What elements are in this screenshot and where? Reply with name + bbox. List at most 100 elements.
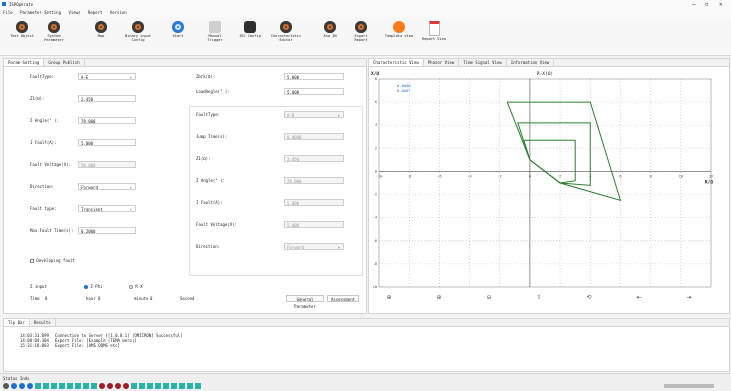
status-indicator xyxy=(147,383,153,389)
general-parameter-button[interactable]: General Parameter xyxy=(286,295,324,309)
pan-icon[interactable]: ⇧ xyxy=(536,294,541,301)
characteristic-editor-button[interactable]: Characteristic Editor xyxy=(268,19,304,53)
field-input[interactable]: 2.450 xyxy=(78,95,136,102)
field-dropdown[interactable]: Transient xyxy=(78,205,136,213)
zoom-fit-icon[interactable]: ⊕ xyxy=(386,294,391,301)
menu-version[interactable]: Version xyxy=(110,10,127,15)
r-x-radio[interactable] xyxy=(129,285,133,289)
prev-icon[interactable]: ⇤ xyxy=(636,294,641,301)
field-input[interactable]: 0.2000 xyxy=(78,227,136,234)
zoom-out-icon[interactable]: ⊖ xyxy=(486,294,491,301)
status-indicator xyxy=(43,383,49,389)
field-input[interactable]: 5.000 xyxy=(284,199,344,206)
field-input[interactable]: 5.000 xyxy=(284,73,344,80)
developing-fault-option[interactable]: Developing fault xyxy=(30,258,75,263)
tab-characteristic-view[interactable]: Characteristic View xyxy=(369,59,424,66)
status-indicator xyxy=(155,383,161,389)
field-label: Direction: xyxy=(30,184,55,189)
assessment-button[interactable]: Assessment xyxy=(327,295,359,302)
toolbar-label: Characteristic Editor xyxy=(270,34,302,42)
maximize-icon[interactable]: ▫ xyxy=(705,1,709,8)
close-icon[interactable]: ✕ xyxy=(719,1,723,8)
toolbar: Test Object System Parameter Map Binary inp… xyxy=(0,17,731,56)
tab-group-publish[interactable]: Group Publish xyxy=(44,59,85,66)
status-bar: Status Inds xyxy=(0,373,731,391)
z-phi-option[interactable]: Z-Phi xyxy=(84,284,102,289)
toolbar-label: Start xyxy=(172,34,184,38)
field-label: Fault Voltage(V): xyxy=(196,222,237,227)
field-dropdown[interactable]: Forward xyxy=(78,183,136,191)
field-dropdown[interactable]: A-E xyxy=(78,73,136,81)
map-button[interactable]: Map xyxy=(83,19,119,53)
export-report-button[interactable]: Export Report xyxy=(343,19,379,53)
time-value[interactable]: 0 xyxy=(45,296,47,301)
tab-information-view[interactable]: Information View xyxy=(507,59,555,66)
rx-chart[interactable]: -10 -8 -6 -4 -2 0 2 4 6 8 10 12-10-8-6-4-202468X/Ω R… xyxy=(369,67,727,303)
field-label: Zbrk(Ω): xyxy=(196,74,216,79)
z-input-label: Z input xyxy=(30,284,47,289)
field-dropdown[interactable]: Forward xyxy=(284,243,344,251)
y-tick-label: -4 xyxy=(373,216,377,220)
system-parameter-button[interactable]: System Parameter xyxy=(36,19,72,53)
status-indicator xyxy=(83,383,89,389)
menu-views[interactable]: Views xyxy=(68,10,80,15)
template-view-icon xyxy=(393,21,405,33)
hour-value[interactable]: 0 xyxy=(98,296,100,301)
log-tabs: Tip Bar Results xyxy=(4,319,729,327)
status-indicator xyxy=(163,383,169,389)
minimize-icon[interactable]: – xyxy=(692,1,696,8)
time-row: Time 0 hour 0 minute 0 Second General Pa… xyxy=(30,295,360,309)
test-object-button[interactable]: Test Object xyxy=(4,19,40,53)
iec-config-button[interactable]: IEC Config xyxy=(232,19,268,53)
menu-parameter-setting[interactable]: Parameter Setting xyxy=(20,10,61,15)
tab-tip-bar[interactable]: Tip Bar xyxy=(4,319,30,326)
second-label: Second xyxy=(180,296,195,301)
x-tick-label: -8 xyxy=(407,174,411,178)
next-icon[interactable]: ⇥ xyxy=(686,294,691,301)
status-indicator xyxy=(3,383,9,389)
start-button[interactable]: Start xyxy=(160,19,196,53)
developing-fault-checkbox[interactable] xyxy=(30,259,34,263)
field-input[interactable]: 5.000 xyxy=(284,221,344,228)
minute-value[interactable]: 0 xyxy=(150,296,152,301)
z-phi-radio[interactable] xyxy=(84,285,88,289)
hour-label: hour xyxy=(86,296,96,301)
field-dropdown[interactable]: A-B xyxy=(284,111,344,119)
menu-report[interactable]: Report xyxy=(88,10,102,15)
menu-file[interactable]: File xyxy=(3,10,13,15)
field-input[interactable]: 5.000 xyxy=(78,139,136,146)
manual-trigger-button[interactable]: Manual Trigger xyxy=(197,19,233,53)
toolbar-label: Template View xyxy=(384,34,414,38)
z-input-row: Z input xyxy=(30,284,47,289)
template-view-button[interactable]: Template View xyxy=(381,19,417,53)
x-tick-label: -10 xyxy=(376,174,382,178)
y-tick-label: 8 xyxy=(375,77,377,81)
field-label: FaultType: xyxy=(30,74,55,79)
status-indicator xyxy=(123,383,129,389)
status-indicator xyxy=(139,383,145,389)
y-axis-label: X/Ω xyxy=(371,71,379,77)
binary-input-icon xyxy=(132,21,144,33)
status-indicator xyxy=(179,383,185,389)
tab-phasor-view[interactable]: Phasor View xyxy=(424,59,460,66)
tab-param-setting[interactable]: Param-Setting xyxy=(4,59,45,66)
r-x-option[interactable]: R-X xyxy=(129,284,143,289)
report-view-button[interactable]: Report View xyxy=(416,19,452,53)
field-input[interactable]: 0.0000 xyxy=(284,133,344,140)
field-input[interactable]: 78.000 xyxy=(284,177,344,184)
tab-results[interactable]: Results xyxy=(30,319,56,326)
field-label: Z1(Ω): xyxy=(196,156,211,161)
characteristic-editor-icon xyxy=(280,21,292,33)
window-title: ISPOperate xyxy=(9,2,34,7)
field-input[interactable]: 2.450 xyxy=(284,155,344,162)
x-axis-label: R/Ω xyxy=(705,179,713,185)
x-tick-label: -6 xyxy=(437,174,441,178)
zoom-in-icon[interactable]: ⊕ xyxy=(436,294,441,301)
reset-icon[interactable]: ⟲ xyxy=(586,294,591,301)
tab-time-signal-view[interactable]: Time Signal View xyxy=(459,59,507,66)
field-input[interactable]: 78.000 xyxy=(78,117,136,124)
log-message: Export File: [AMS QQMS etc] xyxy=(54,343,120,348)
field-input[interactable]: 5.000 xyxy=(284,88,344,95)
status-indicator xyxy=(11,383,17,389)
binary-input-button[interactable]: Binary input Config xyxy=(120,19,156,53)
